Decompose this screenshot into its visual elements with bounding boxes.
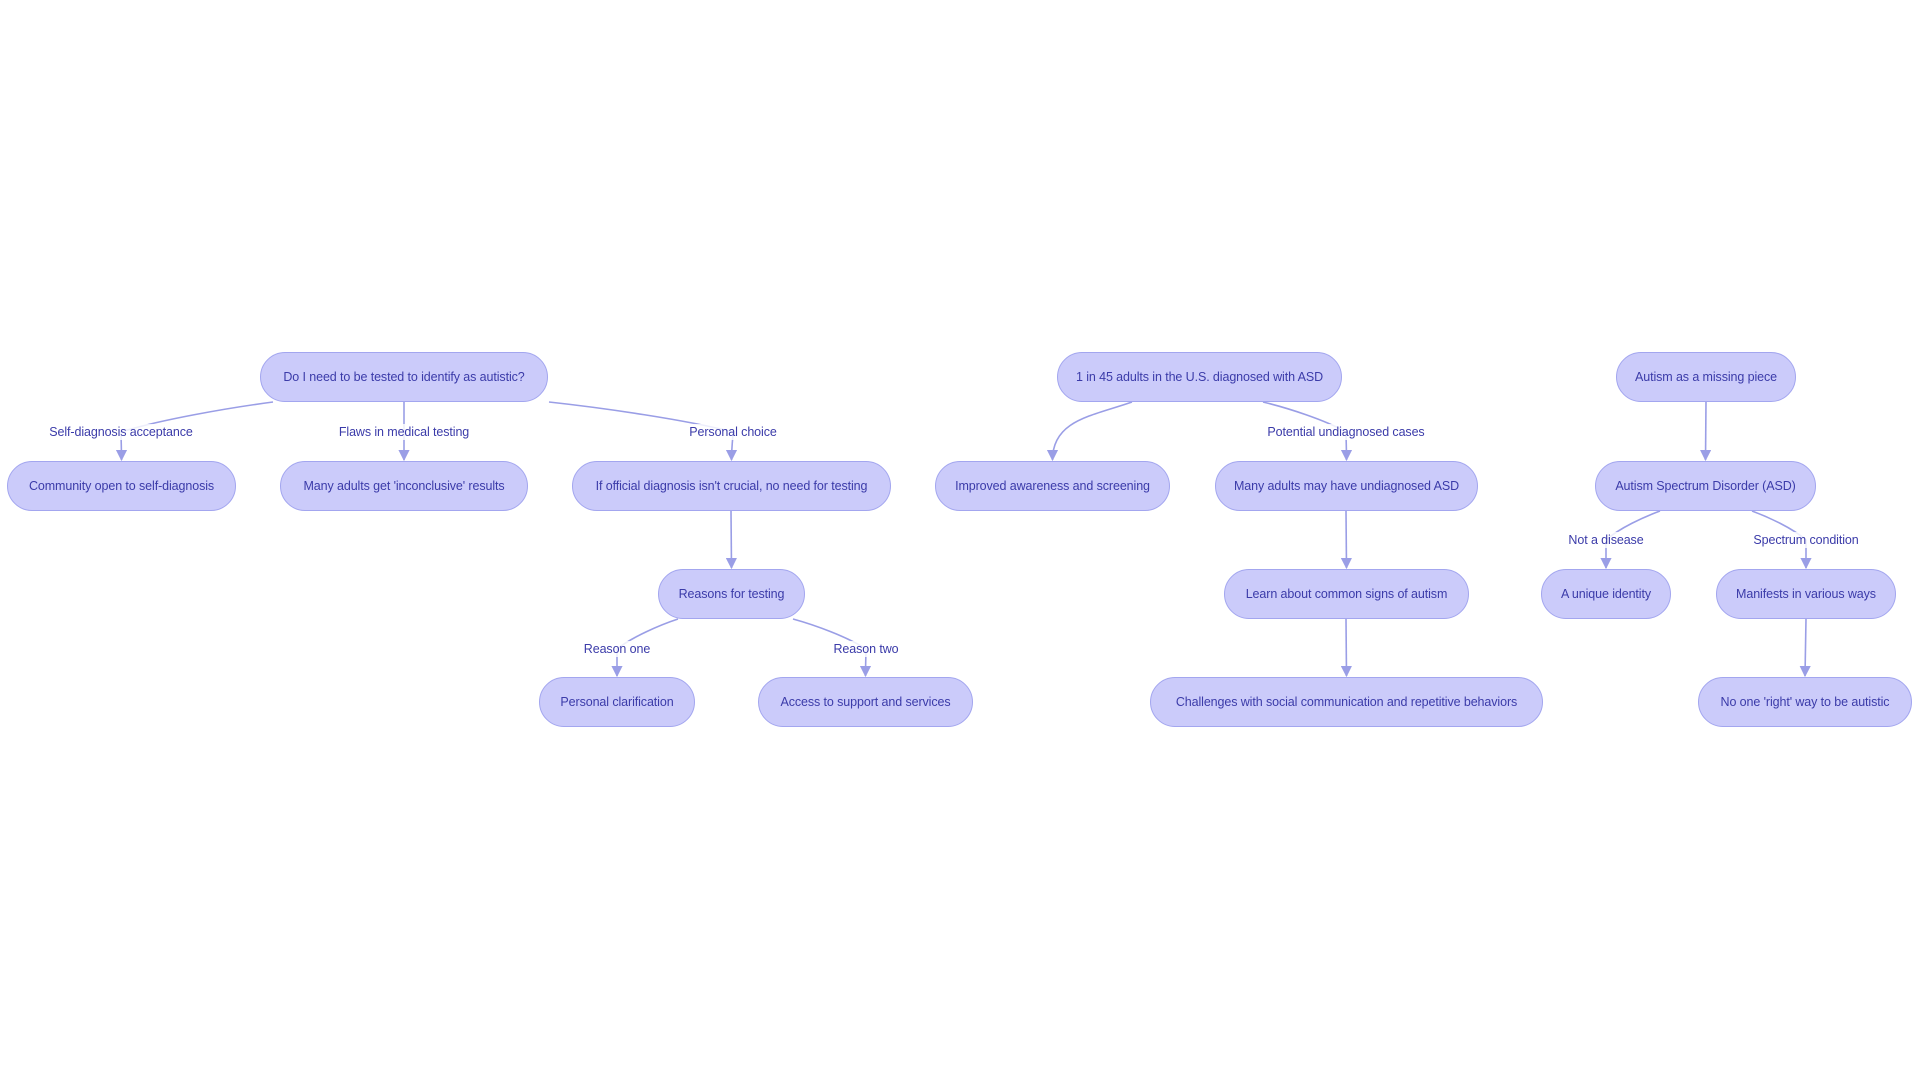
edge-label: Reason two [832, 641, 900, 657]
node-missing-piece[interactable]: Autism as a missing piece [1616, 352, 1796, 402]
node-identity[interactable]: A unique identity [1541, 569, 1671, 619]
node-challenges[interactable]: Challenges with social communication and… [1150, 677, 1543, 727]
node-undiagnosed[interactable]: Many adults may have undiagnosed ASD [1215, 461, 1478, 511]
edge-label: Self-diagnosis acceptance [48, 424, 194, 440]
edge-undiagnosed-to-signs [1340, 510, 1353, 570]
edge-label: Spectrum condition [1752, 532, 1860, 548]
edge-manifests-to-no-right-way [1799, 618, 1811, 678]
node-q-test[interactable]: Do I need to be tested to identify as au… [260, 352, 548, 402]
edge-not-crucial-to-reasons [725, 510, 738, 570]
edge-missing-piece-to-asd [1699, 401, 1712, 462]
edge-label: Personal choice [688, 424, 778, 440]
edge-signs-to-challenges [1340, 618, 1353, 678]
edge-label: Potential undiagnosed cases [1266, 424, 1426, 440]
node-clarification[interactable]: Personal clarification [539, 677, 695, 727]
node-no-right-way[interactable]: No one 'right' way to be autistic [1698, 677, 1912, 727]
node-inconclusive[interactable]: Many adults get 'inconclusive' results [280, 461, 528, 511]
node-reasons[interactable]: Reasons for testing [658, 569, 805, 619]
node-support[interactable]: Access to support and services [758, 677, 973, 727]
node-manifests[interactable]: Manifests in various ways [1716, 569, 1896, 619]
node-not-crucial[interactable]: If official diagnosis isn't crucial, no … [572, 461, 891, 511]
node-community[interactable]: Community open to self-diagnosis [7, 461, 236, 511]
node-signs[interactable]: Learn about common signs of autism [1224, 569, 1469, 619]
flowchart-canvas: Do I need to be tested to identify as au… [0, 0, 1920, 1080]
edge-label: Flaws in medical testing [337, 424, 471, 440]
edge-label: Not a disease [1567, 532, 1645, 548]
node-stat[interactable]: 1 in 45 adults in the U.S. diagnosed wit… [1057, 352, 1342, 402]
node-asd[interactable]: Autism Spectrum Disorder (ASD) [1595, 461, 1816, 511]
edge-label: Reason one [582, 641, 652, 657]
node-awareness[interactable]: Improved awareness and screening [935, 461, 1170, 511]
edge-stat-to-awareness [1046, 401, 1133, 462]
